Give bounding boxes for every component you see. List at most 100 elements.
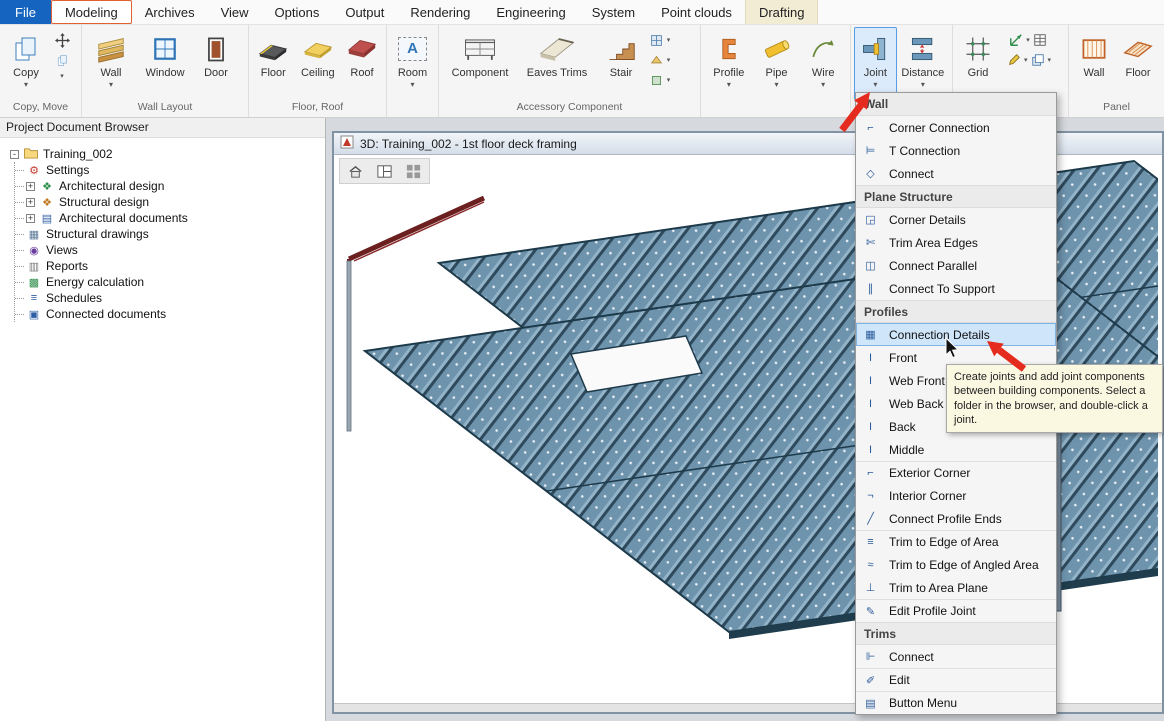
tree-item-settings[interactable]: ⚙ Settings — [29, 162, 321, 178]
room-button[interactable]: A Room ▾ — [390, 27, 435, 100]
group-label-copy-move: Copy, Move — [0, 100, 81, 117]
tab-system[interactable]: System — [579, 0, 648, 24]
eaves-trims-button[interactable]: Eaves Trims — [518, 27, 596, 100]
tab-options[interactable]: Options — [262, 0, 333, 24]
move-icon[interactable] — [53, 32, 71, 48]
window-icon — [145, 31, 185, 67]
accessory-extra-icon-3[interactable] — [648, 72, 666, 88]
expand-expander-icon[interactable]: + — [26, 198, 35, 207]
menu-item-trim-to-area-plane[interactable]: ⊥ Trim to Area Plane — [856, 576, 1056, 599]
dropdown-caret-icon[interactable]: ▾ — [667, 76, 671, 84]
copy-icon — [6, 31, 46, 67]
joint-button[interactable]: Joint ▾ — [854, 27, 897, 100]
tree-item-structural-drawings[interactable]: ▦ Structural drawings — [29, 226, 321, 242]
wall-icon — [91, 31, 131, 67]
floor-button[interactable]: Floor — [252, 27, 295, 100]
dropdown-caret-icon[interactable]: ▾ — [1026, 36, 1030, 44]
menu-item-corner-details[interactable]: ◲ Corner Details — [856, 208, 1056, 231]
tree-item-reports[interactable]: ▥ Reports — [29, 258, 321, 274]
grid-button[interactable]: Grid — [956, 27, 1000, 100]
connect-parallel-icon: ◫ — [862, 259, 879, 272]
panel-floor-button[interactable]: Floor — [1116, 27, 1160, 100]
menu-item-t-connection[interactable]: ⊨ T Connection — [856, 139, 1056, 162]
copy-small-icon[interactable] — [53, 52, 71, 68]
menu-item-trim-to-edge-of-angled-area[interactable]: ≈ Trim to Edge of Angled Area — [856, 553, 1056, 576]
tab-file[interactable]: File — [0, 0, 51, 24]
button-menu-icon: ▤ — [862, 697, 879, 710]
menu-item-exterior-corner[interactable]: ⌐ Exterior Corner — [856, 461, 1056, 484]
tree-item-schedules[interactable]: ≡ Schedules — [29, 290, 321, 306]
distance-button[interactable]: Distance ▾ — [897, 27, 949, 100]
dropdown-caret-icon[interactable]: ▾ — [1048, 56, 1052, 64]
viewport-title: 3D: Training_002 - 1st floor deck framin… — [360, 137, 577, 151]
panel-wall-button[interactable]: Wall — [1072, 27, 1116, 100]
menu-item-connect-wall[interactable]: ◇ Connect — [856, 162, 1056, 185]
menu-item-connect-trims[interactable]: ⊩ Connect — [856, 645, 1056, 668]
tree-item-views[interactable]: ◉ Views — [29, 242, 321, 258]
menu-item-trim-to-edge-of-area[interactable]: ≡ Trim to Edge of Area — [856, 530, 1056, 553]
expand-expander-icon[interactable]: + — [26, 182, 35, 191]
ceiling-button[interactable]: Ceiling — [295, 27, 341, 100]
grid-axes-icon[interactable] — [1007, 32, 1025, 48]
menu-item-connection-details[interactable]: ▦ Connection Details — [856, 323, 1056, 346]
menu-item-edit-trims[interactable]: ✐ Edit — [856, 668, 1056, 691]
dropdown-caret-icon[interactable]: ▾ — [667, 36, 671, 44]
door-button[interactable]: Door — [193, 27, 239, 100]
menu-item-connect-to-support[interactable]: ∥ Connect To Support — [856, 277, 1056, 300]
accessory-extra-icon-2[interactable] — [648, 52, 666, 68]
tree-item-connected-documents[interactable]: ▣ Connected documents — [29, 306, 321, 322]
home-view-icon[interactable] — [342, 160, 369, 182]
dropdown-caret-icon[interactable]: ▾ — [60, 72, 64, 80]
ribbon-group-copy-move: Copy ▾ ▾ Copy, Move — [0, 25, 82, 117]
wall-button[interactable]: Wall ▾ — [85, 27, 137, 100]
menu-item-middle[interactable]: I Middle — [856, 438, 1056, 461]
menu-item-trim-area-edges[interactable]: ✄ Trim Area Edges — [856, 231, 1056, 254]
menu-item-connect-profile-ends[interactable]: ╱ Connect Profile Ends — [856, 507, 1056, 530]
tree-item-architectural-design[interactable]: + ❖ Architectural design — [29, 178, 321, 194]
copy-button[interactable]: Copy ▾ — [3, 27, 49, 100]
window-layout-icon[interactable] — [371, 160, 398, 182]
tab-view[interactable]: View — [208, 0, 262, 24]
wire-button[interactable]: Wire ▾ — [799, 27, 847, 100]
connect-to-support-icon: ∥ — [862, 282, 879, 295]
window-button[interactable]: Window — [137, 27, 193, 100]
tab-archives[interactable]: Archives — [132, 0, 208, 24]
viewport-toolbar — [339, 158, 430, 184]
grid-layers-icon[interactable] — [1029, 52, 1047, 68]
menu-item-interior-corner[interactable]: ¬ Interior Corner — [856, 484, 1056, 507]
menu-item-button-menu[interactable]: ▤ Button Menu — [856, 691, 1056, 714]
dropdown-caret-icon[interactable]: ▾ — [1024, 56, 1028, 64]
roof-button[interactable]: Roof — [341, 27, 383, 100]
web-front-icon: I — [862, 375, 879, 387]
ribbon-group-room: A Room ▾ — [387, 25, 439, 117]
tree-root-training-002[interactable]: - Training_002 — [10, 146, 321, 162]
tab-engineering[interactable]: Engineering — [483, 0, 578, 24]
tree-item-architectural-documents[interactable]: + ▤ Architectural documents — [29, 210, 321, 226]
sidebar-title: Project Document Browser — [0, 118, 325, 138]
stair-button[interactable]: Stair — [596, 27, 646, 100]
menu-item-edit-profile-joint[interactable]: ✎ Edit Profile Joint — [856, 599, 1056, 622]
dropdown-caret-icon: ▾ — [24, 81, 28, 89]
profile-button[interactable]: Profile ▾ — [704, 27, 754, 100]
grid-view-icon[interactable] — [400, 160, 427, 182]
dropdown-caret-icon[interactable]: ▾ — [667, 56, 671, 64]
pipe-button[interactable]: Pipe ▾ — [754, 27, 800, 100]
tab-point-clouds[interactable]: Point clouds — [648, 0, 745, 24]
tab-rendering[interactable]: Rendering — [397, 0, 483, 24]
collapse-expander-icon[interactable]: - — [10, 150, 19, 159]
menu-item-connect-parallel[interactable]: ◫ Connect Parallel — [856, 254, 1056, 277]
tree-item-structural-design[interactable]: + ❖ Structural design — [29, 194, 321, 210]
accessory-extra-icon-1[interactable] — [648, 32, 666, 48]
tree-item-energy-calculation[interactable]: ▩ Energy calculation — [29, 274, 321, 290]
menu-item-corner-connection[interactable]: ⌐ Corner Connection — [856, 116, 1056, 139]
dropdown-caret-icon: ▾ — [109, 81, 113, 89]
joint-tooltip: Create joints and add joint components b… — [946, 364, 1163, 433]
grid-table-icon[interactable] — [1031, 32, 1049, 48]
tab-modeling[interactable]: Modeling — [51, 0, 132, 24]
tab-output[interactable]: Output — [332, 0, 397, 24]
expand-expander-icon[interactable]: + — [26, 214, 35, 223]
grid-edit-icon[interactable] — [1005, 52, 1023, 68]
component-button[interactable]: Component — [442, 27, 518, 100]
tab-drafting[interactable]: Drafting — [745, 0, 819, 24]
schedules-icon: ≡ — [26, 292, 42, 304]
